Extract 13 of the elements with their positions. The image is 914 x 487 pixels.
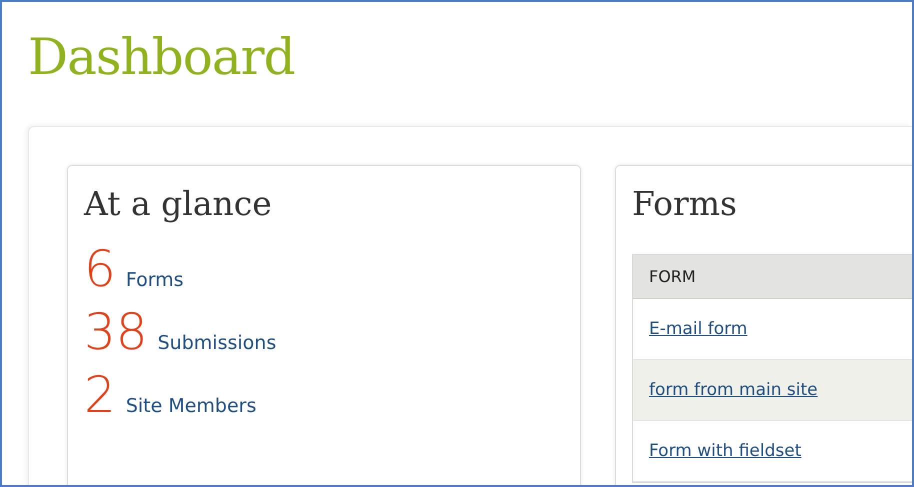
stat-count: 6 bbox=[84, 242, 116, 297]
stat-count: 38 bbox=[84, 304, 148, 360]
form-link[interactable]: Form with fieldset bbox=[649, 440, 802, 461]
card-title: At a glance bbox=[84, 184, 273, 224]
stat-link[interactable]: Submissions bbox=[158, 332, 276, 354]
column-header: FORM bbox=[633, 254, 912, 299]
card-title: Forms bbox=[632, 184, 738, 224]
form-link[interactable]: form from main site bbox=[649, 380, 818, 400]
form-link[interactable]: E-mail form bbox=[649, 318, 748, 339]
stat-link[interactable]: Site Members bbox=[126, 394, 256, 417]
stat-count: 2 bbox=[84, 368, 116, 423]
page-title: Dashboard bbox=[28, 32, 296, 82]
stat-link[interactable]: Forms bbox=[126, 268, 184, 291]
